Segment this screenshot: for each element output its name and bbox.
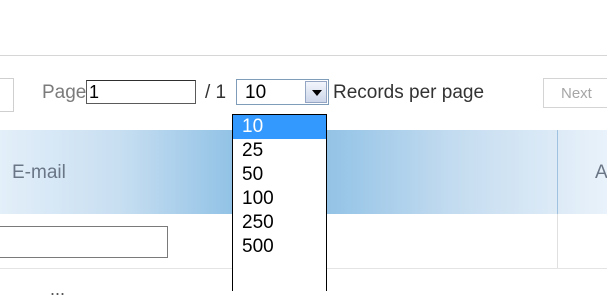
records-per-page-dropdown[interactable]: 10 25 50 100 250 500 xyxy=(232,114,327,291)
previous-button[interactable] xyxy=(0,78,14,112)
records-per-page-label: Records per page xyxy=(333,82,485,103)
page-number-input[interactable] xyxy=(86,80,196,104)
page-label: Page xyxy=(42,82,87,103)
dropdown-option[interactable]: 500 xyxy=(233,235,326,259)
top-divider xyxy=(0,55,607,56)
pagination-bar: Page / 1 10 Records per page Next xyxy=(0,70,607,114)
records-per-page-select[interactable]: 10 xyxy=(236,79,329,105)
records-per-page-value: 10 xyxy=(245,82,267,103)
dropdown-option[interactable]: 50 xyxy=(233,163,326,187)
email-filter-input[interactable] xyxy=(0,226,168,258)
dropdown-option[interactable]: 10 xyxy=(233,115,326,139)
dropdown-option[interactable]: 25 xyxy=(233,139,326,163)
next-page-button[interactable]: Next xyxy=(543,78,607,108)
table-content-partial: ... xyxy=(50,279,66,299)
column-divider xyxy=(557,214,558,268)
column-divider xyxy=(557,130,558,214)
column-header-next[interactable]: A xyxy=(595,162,607,184)
column-header-email[interactable]: E-mail xyxy=(12,162,66,184)
dropdown-option[interactable]: 250 xyxy=(233,211,326,235)
chevron-down-icon[interactable] xyxy=(305,81,327,103)
dropdown-option[interactable]: 100 xyxy=(233,187,326,211)
total-pages-label: / 1 xyxy=(205,82,227,103)
